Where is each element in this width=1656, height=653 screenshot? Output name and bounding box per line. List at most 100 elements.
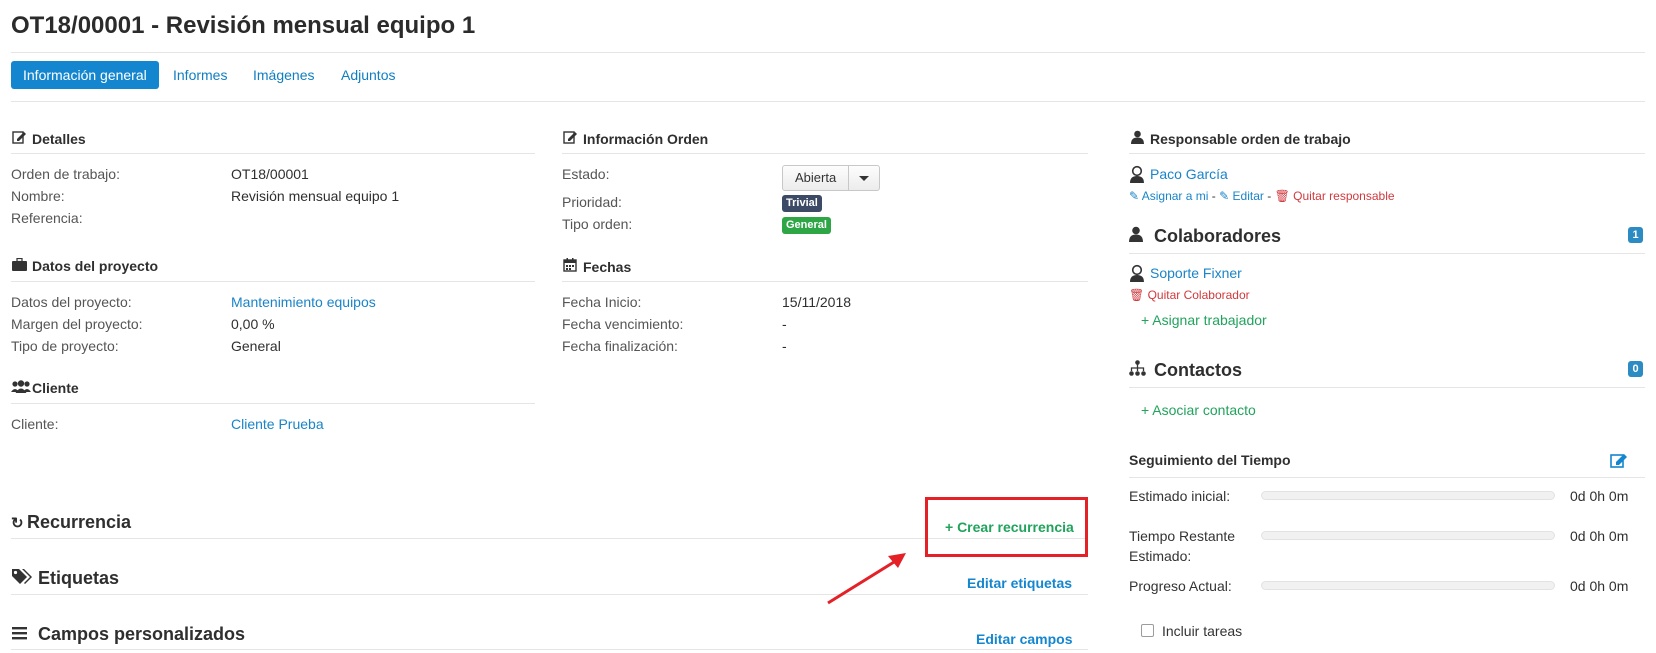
project-link[interactable]: Mantenimiento equipos (231, 294, 376, 310)
field-value: - (782, 338, 787, 354)
field-value: 15/11/2018 (782, 294, 852, 310)
edit-icon (11, 130, 27, 147)
section-title: Responsable orden de trabajo (1150, 131, 1351, 147)
edit-icon: ✎ (1219, 189, 1230, 203)
edit-fields-link[interactable]: Editar campos (976, 631, 1072, 647)
divider (11, 649, 1088, 650)
caret-down-icon[interactable] (849, 166, 879, 190)
time-value: 0d 0h 0m (1570, 488, 1629, 504)
user-icon (1129, 130, 1145, 147)
time-label: Estimado inicial: (1129, 488, 1231, 504)
page-title: OT18/00001 - Revisión mensual equipo 1 (11, 12, 476, 39)
edit-responsible-link[interactable]: ✎ Editar (1219, 189, 1264, 203)
time-label: Estimado: (1129, 548, 1192, 564)
time-label: Progreso Actual: (1129, 578, 1232, 594)
tags-icon (11, 568, 38, 589)
section-campos: Campos personalizados (11, 624, 245, 645)
section-title: Fechas (583, 259, 632, 275)
field-value: General (231, 338, 281, 354)
associate-contact-link[interactable]: + Asociar contacto (1141, 402, 1256, 418)
edit-icon (562, 130, 578, 147)
divider (1129, 253, 1645, 254)
users-icon (11, 380, 31, 396)
contacts-count-badge: 0 (1628, 361, 1643, 377)
section-cliente: Cliente (11, 380, 79, 396)
section-colaboradores: Colaboradores (1129, 226, 1281, 247)
divider (11, 403, 535, 404)
section-detalles: Detalles (11, 130, 86, 147)
section-title: Campos personalizados (38, 624, 246, 644)
separator: - (1267, 189, 1272, 203)
section-etiquetas: Etiquetas (11, 568, 119, 589)
sitemap-icon (1129, 360, 1154, 381)
field-label: Estado: (562, 166, 610, 182)
divider (1129, 477, 1645, 478)
remove-collaborator-link[interactable]: 🗑 Quitar Colaborador (1129, 288, 1250, 302)
calendar-icon (562, 258, 578, 275)
list-icon (11, 624, 38, 645)
tab-informes[interactable]: Informes (161, 61, 239, 89)
include-tasks-label: Incluir tareas (1162, 623, 1243, 639)
field-label: Referencia: (11, 210, 83, 226)
current-progress-bar (1261, 581, 1555, 590)
edit-time-icon[interactable] (1610, 452, 1629, 471)
field-label: Cliente: (11, 416, 59, 432)
field-label: Fecha vencimiento: (562, 316, 684, 332)
section-fechas: Fechas (562, 258, 631, 275)
field-label: Fecha Inicio: (562, 294, 642, 310)
remove-responsible-link[interactable]: 🗑 Quitar responsable (1275, 189, 1395, 203)
avatar-icon (1129, 264, 1145, 285)
edit-icon: ✎ (1129, 189, 1140, 203)
remove-label: Quitar Colaborador (1147, 288, 1250, 302)
section-recurrencia: ↻ Recurrencia (11, 512, 131, 533)
time-value: 0d 0h 0m (1570, 578, 1629, 594)
field-label: Fecha finalización: (562, 338, 678, 354)
section-informacion-orden: Información Orden (562, 130, 708, 147)
section-datos-proyecto: Datos del proyecto (11, 257, 159, 274)
estimated-progress-bar (1261, 491, 1555, 500)
trash-icon: 🗑 (1129, 288, 1145, 302)
divider (1129, 387, 1645, 388)
divider (1129, 153, 1645, 154)
field-label: Tipo de proyecto: (11, 338, 119, 354)
edit-tags-link[interactable]: Editar etiquetas (967, 575, 1072, 591)
section-title: Datos del proyecto (32, 258, 159, 274)
field-value: - (782, 316, 787, 332)
tab-adjuntos[interactable]: Adjuntos (329, 61, 407, 89)
status-value[interactable]: Abierta (783, 166, 850, 190)
tab-imagenes[interactable]: Imágenes (241, 61, 326, 89)
assign-me-link[interactable]: ✎ Asignar a mi (1129, 189, 1208, 203)
trash-icon: 🗑 (1274, 189, 1290, 203)
collaborator-name-link[interactable]: Soporte Fixner (1150, 265, 1242, 281)
section-title: Cliente (32, 380, 79, 396)
divider (11, 52, 1645, 53)
section-title: Información Orden (583, 131, 709, 147)
time-label: Tiempo Restante (1129, 528, 1236, 544)
divider (11, 153, 535, 154)
user-icon (1129, 226, 1154, 247)
field-value: Revisión mensual equipo 1 (231, 188, 400, 204)
include-tasks-checkbox[interactable] (1141, 624, 1154, 637)
divider (11, 101, 1645, 102)
section-title: Contactos (1154, 360, 1243, 380)
separator: - (1211, 189, 1216, 203)
tab-informacion-general[interactable]: Información general (11, 61, 159, 89)
field-label: Nombre: (11, 188, 65, 204)
avatar-icon (1129, 165, 1145, 186)
field-label: Orden de trabajo: (11, 166, 120, 182)
time-value: 0d 0h 0m (1570, 528, 1629, 544)
collaborators-count-badge: 1 (1628, 227, 1643, 243)
field-value: 0,00 % (231, 316, 275, 332)
client-link[interactable]: Cliente Prueba (231, 416, 324, 432)
field-label: Prioridad: (562, 194, 622, 210)
type-badge: General (782, 217, 831, 234)
section-responsable: Responsable orden de trabajo (1129, 130, 1351, 147)
section-title: Etiquetas (38, 568, 120, 588)
assign-worker-link[interactable]: + Asignar trabajador (1141, 312, 1267, 328)
responsible-name-link[interactable]: Paco García (1150, 166, 1228, 182)
section-title: Recurrencia (27, 512, 132, 532)
section-title: Detalles (32, 131, 86, 147)
assign-me-label: Asignar a mi (1141, 189, 1209, 203)
status-dropdown[interactable]: Abierta (782, 165, 881, 191)
highlight-box (925, 497, 1088, 557)
